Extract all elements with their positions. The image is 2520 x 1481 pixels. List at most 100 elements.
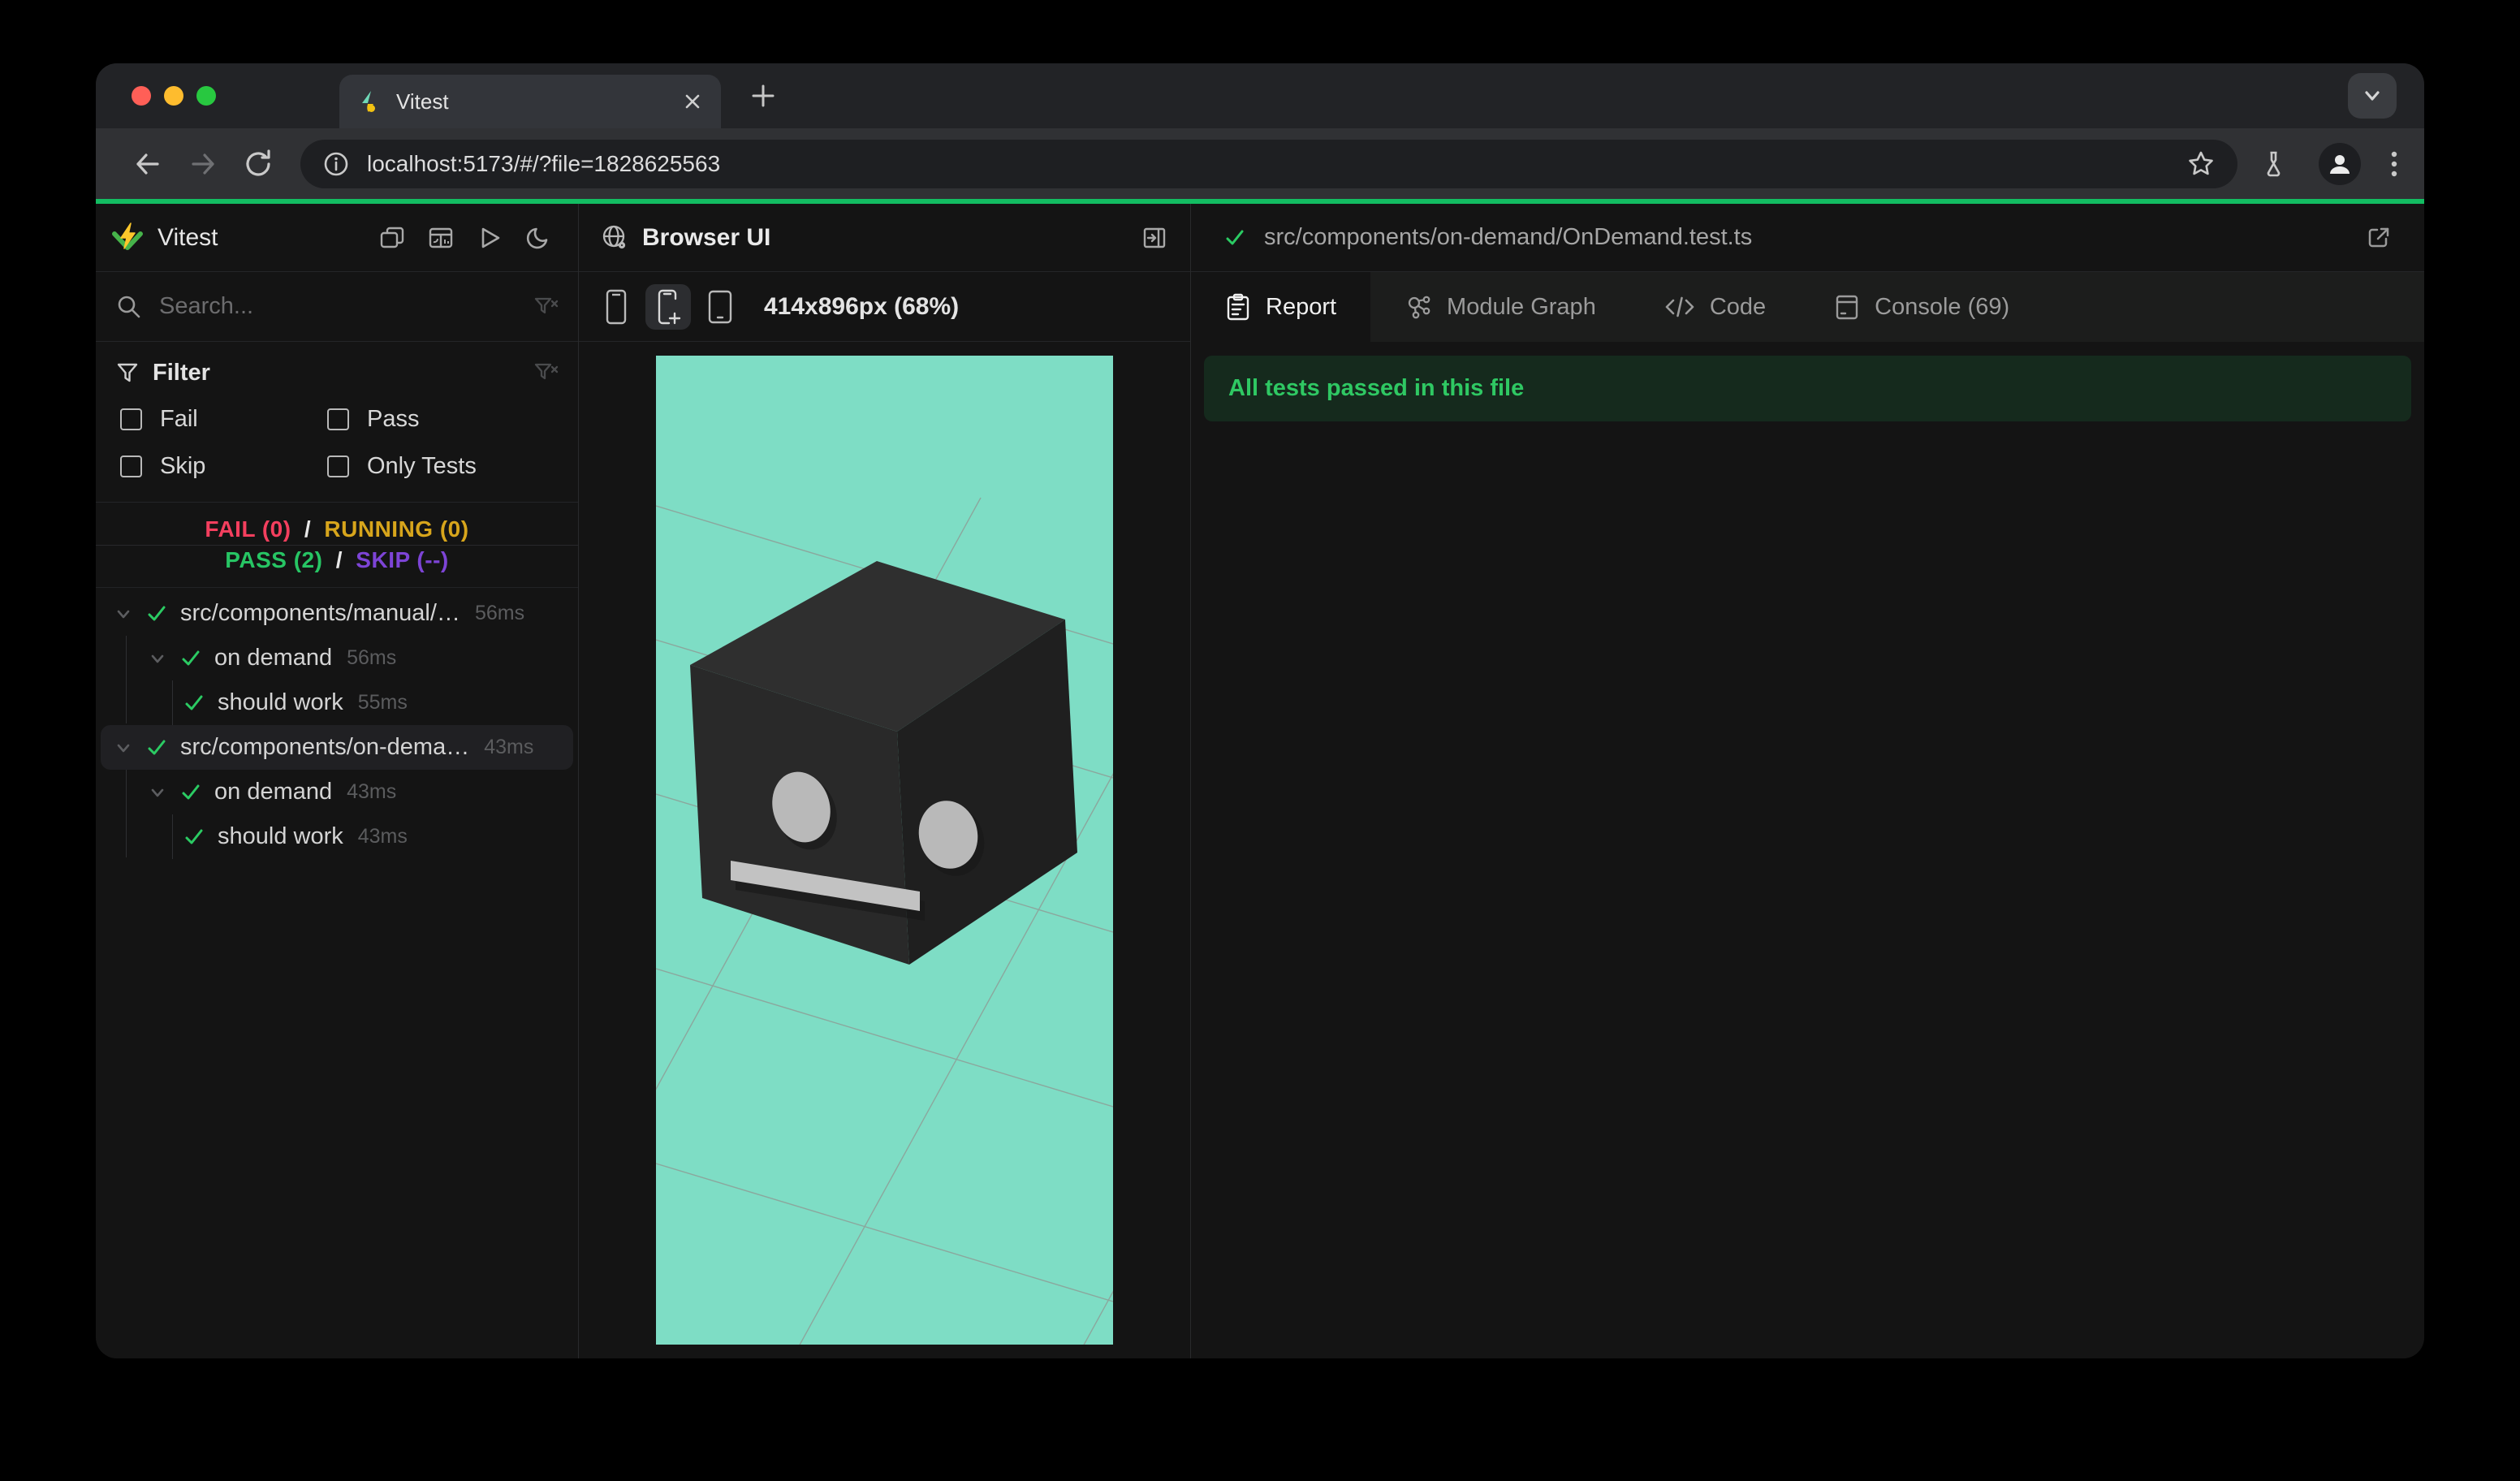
menu-kebab-icon[interactable] — [2388, 148, 2400, 180]
device-toolbar: 414x896px (68%) — [579, 272, 1190, 342]
duration-label: 56ms — [347, 646, 397, 669]
running-count: RUNNING (0) — [321, 516, 472, 542]
close-window-button[interactable] — [132, 86, 151, 106]
pass-check-icon — [145, 736, 169, 760]
reload-button[interactable] — [242, 148, 274, 180]
checkbox-icon — [327, 455, 349, 477]
tab-title: Vitest — [396, 89, 449, 114]
chevron-down-icon[interactable] — [146, 781, 169, 804]
filter-checkbox-fail[interactable]: Fail — [120, 405, 327, 433]
tree-row-test[interactable]: should work 55ms — [101, 680, 573, 725]
search-row — [96, 272, 578, 342]
checkbox-icon — [327, 408, 349, 430]
clipboard-icon — [1225, 293, 1251, 321]
tab-code[interactable]: Code — [1630, 272, 1800, 342]
chevron-down-icon[interactable] — [112, 736, 135, 759]
tree-row-suite[interactable]: on demand 56ms — [101, 636, 573, 680]
screenshot-stage: Vitest localhost:5173/#/?file=1828625563… — [0, 0, 2520, 1481]
forward-button[interactable] — [187, 148, 219, 180]
fail-count: FAIL (0) — [201, 516, 295, 542]
search-icon — [115, 293, 143, 321]
tab-search-button[interactable] — [2348, 73, 2397, 119]
pass-check-icon — [182, 691, 206, 715]
address-bar[interactable]: localhost:5173/#/?file=1828625563 — [300, 139, 2237, 188]
tab-strip: Vitest — [96, 63, 2424, 128]
stats-line-1: FAIL (0) / RUNNING (0) — [96, 514, 578, 545]
duration-label: 43ms — [357, 825, 408, 848]
profile-avatar[interactable] — [2319, 142, 2361, 185]
pass-count: PASS (2) — [222, 547, 326, 572]
pass-check-icon — [179, 780, 203, 805]
browser-tab[interactable]: Vitest — [339, 75, 721, 128]
viewport-size-label[interactable]: 414x896px (68%) — [764, 293, 959, 321]
mobile-custom-size-icon[interactable] — [645, 283, 691, 330]
filter-checkbox-only-tests[interactable]: Only Tests — [327, 452, 559, 480]
collapse-windows-icon[interactable] — [378, 224, 406, 252]
run-all-icon[interactable] — [476, 224, 503, 252]
filter-checkbox-skip[interactable]: Skip — [120, 452, 327, 480]
open-external-icon[interactable] — [2364, 223, 2393, 253]
test-viewport[interactable] — [656, 356, 1113, 1345]
tree-row-suite[interactable]: on demand 43ms — [101, 770, 573, 814]
clear-search-filter-icon[interactable] — [533, 294, 559, 320]
back-button[interactable] — [132, 148, 164, 180]
pass-check-icon — [1222, 225, 1248, 251]
checkbox-icon — [120, 455, 142, 477]
search-input[interactable] — [159, 293, 533, 320]
sidebar-header: Vitest — [96, 204, 578, 272]
window-controls — [132, 86, 216, 106]
file-path[interactable]: src/components/on-demand/OnDemand.test.t… — [1264, 224, 1752, 251]
code-icon — [1664, 294, 1695, 320]
app-title: Vitest — [158, 223, 218, 251]
site-info-icon[interactable] — [321, 149, 351, 179]
tab-report[interactable]: Report — [1191, 272, 1371, 342]
dashboard-icon[interactable] — [427, 224, 455, 252]
experiments-flask-icon[interactable] — [2260, 149, 2291, 179]
browser-ui-title: Browser UI — [642, 223, 771, 251]
browser-preview-area — [579, 342, 1190, 1358]
chevron-down-icon — [2365, 91, 2380, 101]
test-tree: src/components/manual/… 56ms on demand 5… — [96, 588, 578, 1358]
url-text[interactable]: localhost:5173/#/?file=1828625563 — [367, 151, 2186, 177]
tree-row-file-manual[interactable]: src/components/manual/… 56ms — [101, 591, 573, 636]
zoom-window-button[interactable] — [196, 86, 216, 106]
tab-close-icon[interactable] — [682, 91, 703, 112]
checkbox-icon — [120, 408, 142, 430]
3d-scene — [656, 356, 1113, 1345]
pass-check-icon — [179, 646, 203, 671]
filter-funnel-icon — [115, 361, 140, 385]
mobile-portrait-icon[interactable] — [593, 284, 639, 330]
console-icon — [1834, 293, 1860, 321]
pass-check-icon — [182, 825, 206, 849]
chevron-down-icon[interactable] — [112, 602, 135, 625]
globe-icon — [600, 223, 629, 253]
tree-row-test[interactable]: should work 43ms — [101, 814, 573, 859]
duration-label: 55ms — [357, 691, 408, 714]
theme-toggle-moon-icon[interactable] — [524, 224, 552, 252]
clear-filter-icon[interactable] — [533, 360, 559, 386]
bookmark-star-icon[interactable] — [2186, 149, 2216, 179]
sidebar: Vitest Search... Filter Fail Pass Skip O… — [96, 204, 579, 1358]
all-tests-passed-banner: All tests passed in this file — [1204, 356, 2411, 421]
tree-row-file-on-demand[interactable]: src/components/on-dema… 43ms — [101, 725, 573, 770]
duration-label: 56ms — [474, 602, 525, 624]
filter-title: Filter — [153, 359, 210, 386]
vitest-favicon-icon — [357, 89, 382, 114]
minimize-window-button[interactable] — [164, 86, 183, 106]
new-tab-button[interactable] — [745, 78, 781, 114]
tablet-icon[interactable] — [697, 284, 743, 330]
report-tabs: Report Module Graph Code Console (69) — [1191, 272, 2424, 342]
chevron-down-icon[interactable] — [146, 647, 169, 670]
browser-window: Vitest localhost:5173/#/?file=1828625563… — [96, 63, 2424, 1358]
open-panel-right-icon[interactable] — [1140, 223, 1169, 253]
stats-line-2: PASS (2) / SKIP (--) — [96, 545, 578, 576]
test-stats: FAIL (0) / RUNNING (0) PASS (2) / SKIP (… — [96, 503, 578, 588]
tab-console[interactable]: Console (69) — [1800, 272, 2043, 342]
filter-checkbox-pass[interactable]: Pass — [327, 405, 559, 433]
filter-section: Filter Fail Pass Skip Only Tests — [96, 342, 578, 503]
pass-check-icon — [145, 602, 169, 626]
tab-module-graph[interactable]: Module Graph — [1370, 272, 1630, 342]
skip-count: SKIP (--) — [352, 547, 452, 572]
browser-toolbar: localhost:5173/#/?file=1828625563 — [96, 128, 2424, 199]
browser-ui-header: Browser UI — [579, 204, 1190, 272]
